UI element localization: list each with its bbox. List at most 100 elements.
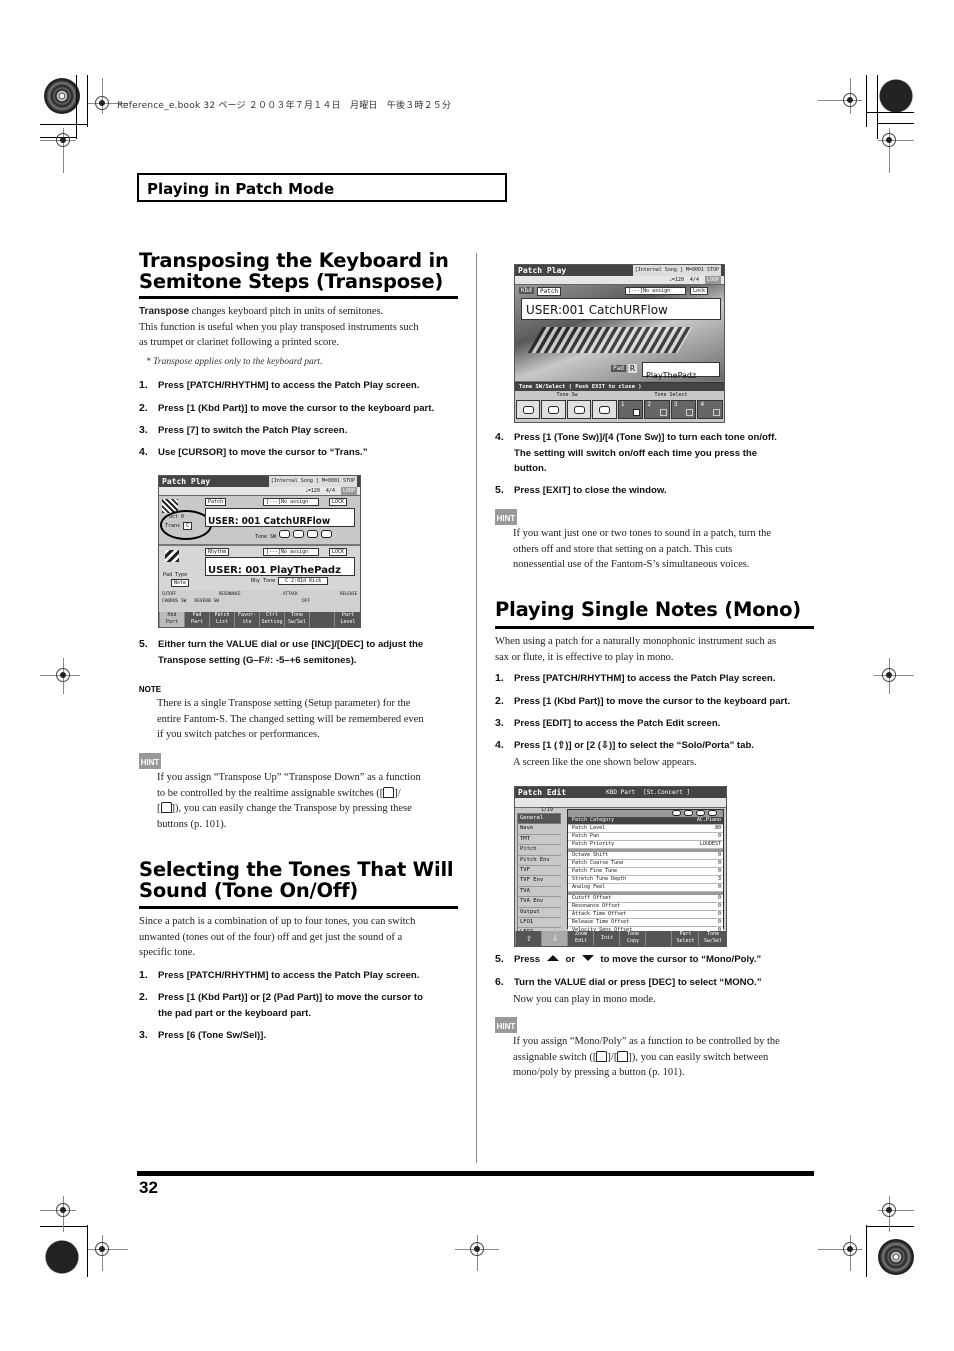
lock-toggle[interactable]: LOCK	[329, 498, 348, 506]
edit-tab[interactable]: TVA	[517, 886, 561, 898]
edit-tab[interactable]: Pitch Env	[517, 855, 561, 866]
step-1: 1. Press [PATCH/RHYTHM] to access the Pa…	[139, 378, 469, 394]
step-text: The setting will switch on/off each time…	[514, 448, 758, 459]
tone-sw-2-button[interactable]	[293, 530, 305, 538]
patch-name-field[interactable]: USER: 001 CatchURFlow	[205, 508, 355, 527]
window-button[interactable]	[309, 612, 334, 627]
tone-sw-3-button[interactable]	[566, 400, 592, 419]
rhythm-label: Rhythm	[205, 548, 230, 556]
tone-sw-1-button[interactable]	[516, 400, 541, 419]
tone-copy-button[interactable]: Tone Copy	[619, 931, 646, 946]
up-arrow-button[interactable]: ⇧	[515, 931, 542, 946]
tempo: ♩=120	[668, 277, 684, 283]
step-text: Press [1 (Kbd Part)] to move the cursor …	[158, 403, 435, 414]
tone-select-4-button[interactable]: 4	[697, 400, 723, 419]
edit-tab[interactable]: LFO1	[517, 917, 561, 929]
reverb-switch[interactable]: REVERB SW	[195, 599, 219, 604]
tone-on-icon	[548, 405, 560, 414]
param-row[interactable]: Octave Shift 0	[568, 852, 723, 860]
param-row[interactable]: Patch Pan 0	[568, 833, 723, 841]
param-row[interactable]: Stretch Tune Depth 3	[568, 876, 723, 884]
tone-select-2-button[interactable]: 2	[644, 400, 670, 419]
function-button[interactable]: Ctrl Setting	[259, 612, 284, 627]
patch-assign: [---]No assign	[625, 287, 686, 295]
function-button[interactable]: Patch List	[209, 612, 234, 627]
meter: 4/4	[325, 488, 335, 494]
function-button[interactable]: Favor-ite	[234, 612, 259, 627]
step-text: Press [1 (Kbd Part)] or [2 (Pad Part)] t…	[158, 992, 423, 1003]
rhy-tone-row: Rhy Tone C 2:01d Kick	[251, 577, 329, 585]
knob-label: RELEASE	[340, 591, 357, 596]
param-row[interactable]: Patch Fine Tune 0	[568, 868, 723, 876]
step-number: 5.	[495, 484, 504, 496]
edit-tab[interactable]: TVF	[517, 865, 561, 877]
patch-name-field[interactable]: USER:001 CatchURFlow	[521, 298, 721, 320]
edit-tab[interactable]: TVF Env	[517, 876, 561, 887]
edit-tab[interactable]: TVA Env	[517, 897, 561, 908]
tone-number: 3	[673, 401, 678, 408]
cursor-down-icon	[581, 955, 594, 961]
param-row[interactable]: Patch Level 80	[568, 825, 723, 833]
pad-type-value[interactable]: Note	[171, 579, 190, 587]
down-arrow-button[interactable]: ⇩	[541, 931, 568, 946]
zoom-edit-button[interactable]: Zoom Edit	[567, 931, 594, 946]
tone-3-icon	[696, 810, 705, 816]
registration-mark	[882, 1203, 896, 1217]
knob-label: RESONANCE	[218, 591, 241, 596]
tone-sw-4-button[interactable]	[592, 400, 617, 419]
kbd-tag: Kbd	[519, 287, 534, 294]
param-row[interactable]: Patch Priority LOUDEST	[568, 841, 723, 849]
tone-select-3-button[interactable]: 3	[670, 400, 697, 419]
param-row[interactable]: Analog Feel 0	[568, 884, 723, 892]
param-name: Patch Category	[572, 817, 615, 823]
note-text: There is a single Transpose setting (Set…	[157, 696, 424, 743]
function-button[interactable]: Part Level	[334, 612, 360, 627]
edit-tab[interactable]: Wave	[517, 824, 561, 835]
empty-function-button[interactable]	[645, 931, 672, 946]
meter: 4/4	[689, 277, 699, 283]
step-4: 4. Press [1 (⇧)] or [2 (⇩)] to select th…	[495, 738, 825, 754]
step-4: 4. Use [CURSOR] to move the cursor to “T…	[139, 445, 469, 461]
init-button[interactable]: Init	[593, 931, 620, 946]
pad-name-field[interactable]: PlayThePadz	[642, 362, 720, 380]
rhy-tone-value[interactable]: C 2:01d Kick	[278, 577, 329, 585]
title-line: Selecting the Tones That Will	[139, 858, 454, 881]
rhythm-name-field[interactable]: USER: 001 PlayThePadz	[205, 557, 355, 576]
registration-mark	[56, 133, 70, 147]
part-select-button[interactable]: Part Select	[671, 931, 699, 946]
param-row[interactable]: Patch Coarse Tune 0	[568, 860, 723, 868]
param-row[interactable]: Patch Category AC.Piano	[568, 817, 723, 825]
edit-tab[interactable]: Output	[517, 907, 561, 918]
param-row[interactable]: Cutoff Offset 0	[568, 895, 723, 903]
para-line: Since a patch is a combination of up to …	[139, 916, 416, 927]
param-row[interactable]: Release Time Offset 0	[568, 919, 723, 927]
rhythm-lock-toggle[interactable]: LOCK	[329, 548, 348, 556]
param-row[interactable]: Attack Time Offset 0	[568, 911, 723, 919]
edit-tab[interactable]: General	[517, 813, 561, 825]
step-number: 1.	[139, 969, 148, 981]
function-button[interactable]: Pad Part	[184, 612, 209, 627]
assignable-switch-2-icon	[160, 802, 172, 814]
tone-sw-1-button[interactable]	[279, 530, 291, 538]
tempo: ♩=120	[304, 488, 320, 494]
step-number: 6.	[495, 976, 504, 988]
tone-sw-2-button[interactable]	[541, 400, 566, 419]
param-value: LOUDEST	[699, 841, 721, 847]
tone-sw-3-button[interactable]	[307, 530, 319, 538]
crop-mark-tr-v	[866, 75, 867, 127]
registration-mark	[95, 1242, 109, 1256]
edit-tab[interactable]: TMT	[517, 834, 561, 846]
step-number: 1.	[495, 672, 504, 684]
function-button[interactable]: Tone Sw/Sel	[284, 612, 309, 627]
tone-sw-sel-button[interactable]: Tone Sw/Sel	[698, 931, 726, 946]
function-button[interactable]: Kbd Part	[159, 612, 184, 627]
column-divider	[476, 253, 477, 1163]
param-row[interactable]: Resonance Offset 0	[568, 903, 723, 911]
lock-toggle[interactable]: Lock	[690, 287, 709, 295]
chorus-switch[interactable]: CHORUS SW	[162, 599, 186, 604]
note-line: entire Fantom-S. The changed setting wil…	[157, 713, 424, 725]
step-text: Use [CURSOR] to move the cursor to “Tran…	[158, 447, 368, 458]
edit-tab[interactable]: Pitch	[517, 845, 561, 856]
tone-select-1-button[interactable]: 1	[617, 400, 644, 419]
tone-sw-4-button[interactable]	[321, 530, 333, 538]
